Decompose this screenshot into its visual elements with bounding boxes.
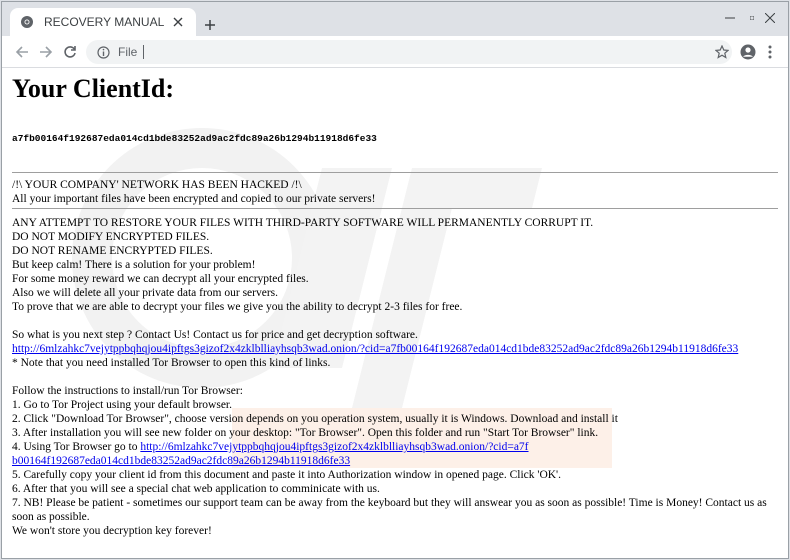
tab-recovery-manual[interactable]: RECOVERY MANUAL	[10, 8, 196, 36]
warning-line: Also we will delete all your private dat…	[12, 287, 279, 299]
warning-line: DO NOT RENAME ENCRYPTED FILES.	[12, 245, 213, 257]
chrome-icon	[20, 15, 34, 29]
instruction-step: 2. Click "Download Tor Browser", choose …	[12, 413, 618, 425]
ransom-note: Your ClientId: a7fb00164f192687eda014cd1…	[12, 74, 778, 538]
divider	[12, 208, 778, 209]
divider	[12, 172, 778, 173]
star-icon[interactable]	[710, 40, 734, 64]
page-title: Your ClientId:	[12, 74, 175, 103]
tab-strip: RECOVERY MANUAL	[2, 2, 788, 36]
instruction-step: 4. Using Tor Browser go to http://6mlzah…	[12, 440, 532, 468]
warning-line: For some money reward we can decrypt all…	[12, 273, 309, 285]
arrow-right-icon[interactable]	[34, 40, 58, 64]
window-close-icon[interactable]	[752, 6, 788, 30]
instruction-step: 5. Carefully copy your client id from th…	[12, 469, 562, 481]
closing-warning: We won't store you decryption key foreve…	[12, 525, 212, 537]
warning-line: To prove that we are able to decrypt you…	[12, 301, 463, 313]
step4-prefix: 4. Using Tor Browser go to	[12, 441, 141, 453]
instruction-step: 6. After that you will see a special cha…	[12, 483, 380, 495]
warning-line: DO NOT MODIFY ENCRYPTED FILES.	[12, 231, 210, 243]
instructions-title: Follow the instructions to install/run T…	[12, 385, 243, 397]
instruction-step: 3. After installation you will see new f…	[12, 427, 599, 439]
instruction-step: 1. Go to Tor Project using your default …	[12, 399, 233, 411]
hacked-warning: /!\ YOUR COMPANY' NETWORK HAS BEEN HACKE…	[12, 179, 302, 191]
next-step-text: So what is you next step ? Contact Us! C…	[12, 329, 418, 341]
warning-line: ANY ATTEMPT TO RESTORE YOUR FILES WITH T…	[12, 217, 594, 229]
address-separator	[143, 45, 145, 59]
browser-toolbar: File	[2, 36, 788, 68]
warning-line: But keep calm! There is a solution for y…	[12, 259, 256, 271]
maximize-icon[interactable]	[718, 6, 754, 30]
address-bar[interactable]: File	[86, 40, 732, 64]
reload-icon[interactable]	[58, 40, 82, 64]
plus-icon[interactable]	[200, 15, 220, 35]
kebab-menu-icon[interactable]	[760, 40, 780, 64]
account-icon[interactable]	[736, 40, 760, 64]
instruction-step: 7. NB! Please be patient - sometimes our…	[12, 497, 767, 523]
onion-link[interactable]: http://6mlzahkc7vejytppbqhqjou4ipftgs3gi…	[12, 343, 738, 355]
page-content: Your ClientId: a7fb00164f192687eda014cd1…	[2, 68, 788, 558]
address-scheme: File	[118, 45, 138, 59]
info-icon[interactable]	[96, 45, 110, 59]
close-icon[interactable]	[170, 14, 186, 30]
browser-window: RECOVERY MANUAL File Your ClientId: a7fb…	[1, 1, 789, 559]
client-id: a7fb00164f192687eda014cd1bde83252ad9ac2f…	[12, 133, 377, 144]
arrow-left-icon[interactable]	[10, 40, 34, 64]
tab-title: RECOVERY MANUAL	[44, 15, 165, 29]
tor-note: * Note that you need installed Tor Brows…	[12, 357, 331, 369]
encrypted-notice: All your important files have been encry…	[12, 193, 376, 205]
